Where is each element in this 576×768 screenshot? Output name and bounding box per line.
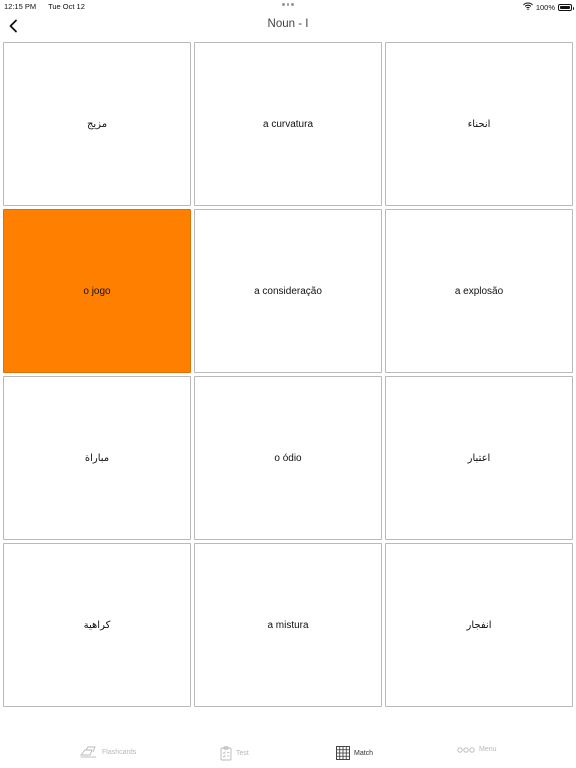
match-card[interactable]: o ódio <box>194 376 382 540</box>
match-card[interactable]: مزيج <box>3 42 191 206</box>
status-right: 100% <box>522 2 574 12</box>
tab-label: Menu <box>479 746 497 753</box>
match-card[interactable]: مباراة <box>3 376 191 540</box>
tab-bar: Flashcards Test Match Menu <box>0 742 576 766</box>
flashcards-icon <box>80 746 96 758</box>
status-date: Tue Oct 12 <box>48 2 85 11</box>
navigation-bar: Noun - I <box>0 12 576 40</box>
card-text: a explosão <box>454 285 504 297</box>
card-text: o jogo <box>83 285 111 297</box>
card-text: a curvatura <box>262 118 314 130</box>
match-card[interactable]: اعتبار <box>385 376 573 540</box>
card-text: كراهية <box>83 619 111 631</box>
multitasking-dots[interactable] <box>282 3 295 7</box>
status-time: 12:15 PM <box>4 2 37 11</box>
page-title: Noun - I <box>267 18 309 30</box>
card-text: a consideração <box>254 285 322 297</box>
match-card[interactable]: انفجار <box>385 543 573 707</box>
tab-label: Flashcards <box>102 748 137 756</box>
wifi-icon <box>522 2 533 12</box>
match-card[interactable]: a mistura <box>194 543 382 707</box>
card-text: مباراة <box>84 452 110 464</box>
card-text: a mistura <box>267 619 309 631</box>
match-card[interactable]: انحناء <box>385 42 573 206</box>
card-text: o ódio <box>274 452 302 464</box>
grid-icon <box>336 746 350 760</box>
card-text: اعتبار <box>467 452 491 464</box>
tab-match[interactable]: Match <box>336 746 373 760</box>
battery-percent: 100% <box>535 2 555 12</box>
status-left: 12:15 PM Tue Oct 12 <box>4 2 95 11</box>
match-card[interactable]: o jogo <box>3 209 191 373</box>
battery-icon <box>558 3 574 11</box>
more-dots-icon <box>457 746 475 753</box>
card-text: انفجار <box>466 619 492 631</box>
card-text: انحناء <box>467 118 491 130</box>
match-card[interactable]: كراهية <box>3 543 191 707</box>
tab-menu[interactable]: Menu <box>457 746 497 753</box>
clipboard-icon <box>220 746 232 761</box>
match-grid: مزيج a curvatura انحناء o jogo a conside… <box>3 42 573 708</box>
battery-fill <box>560 5 570 9</box>
match-card[interactable]: a consideração <box>194 209 382 373</box>
tab-test[interactable]: Test <box>220 746 249 761</box>
match-card[interactable]: a curvatura <box>194 42 382 206</box>
tab-label: Test <box>236 750 249 757</box>
match-card[interactable]: a explosão <box>385 209 573 373</box>
card-text: مزيج <box>86 118 108 130</box>
tab-label: Match <box>354 749 374 757</box>
tab-flashcards[interactable]: Flashcards <box>80 746 136 758</box>
